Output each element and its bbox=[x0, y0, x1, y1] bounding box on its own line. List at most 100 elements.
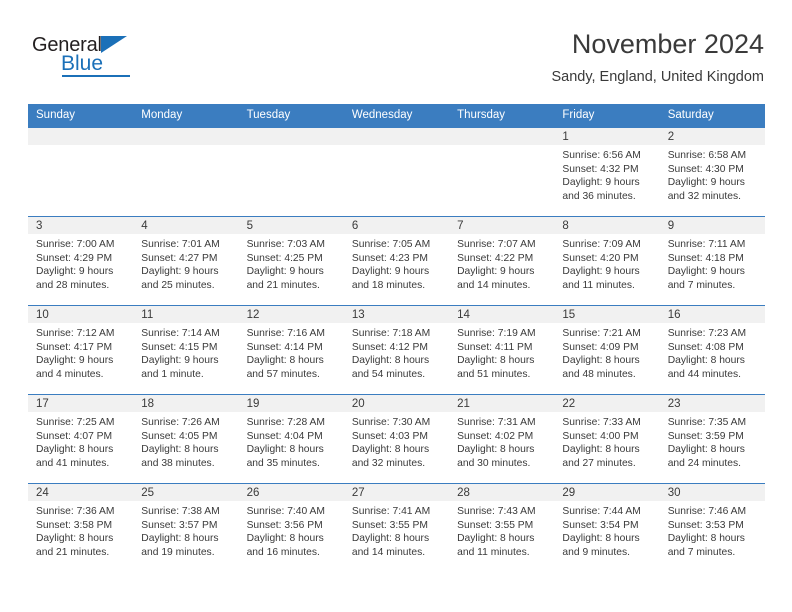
calendar-day-cell[interactable]: 2 Sunrise: 6:58 AM Sunset: 4:30 PM Daylight… bbox=[659, 127, 765, 217]
calendar-day-cell[interactable]: 12 Sunrise: 7:16 AM Sunset: 4:14 PM Dayligh… bbox=[238, 305, 344, 395]
day-details: Sunrise: 7:07 AM Sunset: 4:22 PM Daylight:… bbox=[449, 234, 554, 292]
weekday-header-thursday: Thursday bbox=[449, 104, 555, 128]
day-cell-inner: 4 Sunrise: 7:01 AM Sunset: 4:27 PM Daylight… bbox=[133, 217, 239, 305]
day-cell-inner: 12 Sunrise: 7:16 AM Sunset: 4:14 PM Dayligh… bbox=[238, 306, 344, 394]
day-number bbox=[238, 128, 344, 145]
sunset-time: Sunset: 4:32 PM bbox=[562, 163, 639, 175]
day-cell-inner: 14 Sunrise: 7:19 AM Sunset: 4:11 PM Dayligh… bbox=[449, 306, 555, 394]
calendar-day-cell[interactable]: 4 Sunrise: 7:01 AM Sunset: 4:27 PM Daylight… bbox=[133, 216, 239, 306]
daylight-duration-line2: and 21 minutes. bbox=[246, 279, 320, 291]
calendar-day-cell[interactable]: 11 Sunrise: 7:14 AM Sunset: 4:15 PM Dayligh… bbox=[133, 305, 239, 395]
day-number: 26 bbox=[238, 484, 344, 501]
day-number: 18 bbox=[133, 395, 239, 412]
day-cell-inner: 21 Sunrise: 7:31 AM Sunset: 4:02 PM Dayligh… bbox=[449, 395, 555, 483]
day-cell-inner bbox=[343, 128, 450, 216]
sunrise-time: Sunrise: 7:18 AM bbox=[351, 328, 431, 339]
day-details: Sunrise: 7:03 AM Sunset: 4:25 PM Daylight:… bbox=[239, 234, 344, 292]
daylight-duration-line1: Daylight: 9 hours bbox=[457, 266, 535, 278]
calendar-day-cell[interactable]: 21 Sunrise: 7:31 AM Sunset: 4:02 PM Dayligh… bbox=[449, 394, 555, 484]
daylight-duration-line1: Daylight: 9 hours bbox=[36, 266, 114, 278]
daylight-duration-line1: Daylight: 8 hours bbox=[246, 444, 324, 456]
daylight-duration-line2: and 38 minutes. bbox=[141, 457, 215, 469]
day-number: 17 bbox=[28, 395, 134, 412]
daylight-duration-line1: Daylight: 9 hours bbox=[246, 266, 324, 278]
weekday-header-sunday: Sunday bbox=[28, 104, 134, 128]
day-details: Sunrise: 7:01 AM Sunset: 4:27 PM Daylight:… bbox=[133, 234, 238, 292]
day-cell-inner bbox=[133, 128, 239, 216]
day-cell-inner: 29 Sunrise: 7:44 AM Sunset: 3:54 PM Dayligh… bbox=[554, 484, 660, 572]
sunset-time: Sunset: 4:23 PM bbox=[351, 252, 428, 264]
calendar-day-cell[interactable]: 25 Sunrise: 7:38 AM Sunset: 3:57 PM Dayligh… bbox=[133, 483, 239, 572]
day-cell-inner: 27 Sunrise: 7:41 AM Sunset: 3:55 PM Dayligh… bbox=[343, 484, 450, 572]
daylight-duration-line2: and 30 minutes. bbox=[457, 457, 531, 469]
day-number: 11 bbox=[133, 306, 239, 323]
calendar-day-cell[interactable]: 20 Sunrise: 7:30 AM Sunset: 4:03 PM Dayligh… bbox=[343, 394, 450, 484]
calendar-day-cell[interactable]: 26 Sunrise: 7:40 AM Sunset: 3:56 PM Dayligh… bbox=[238, 483, 344, 572]
day-cell-inner: 9 Sunrise: 7:11 AM Sunset: 4:18 PM Daylight… bbox=[659, 217, 765, 305]
page-header: General Blue November 2024 Sandy, Englan… bbox=[28, 28, 764, 100]
daylight-duration-line1: Daylight: 8 hours bbox=[351, 533, 430, 545]
daylight-duration-line1: Daylight: 8 hours bbox=[246, 355, 324, 367]
daylight-duration-line2: and 14 minutes. bbox=[457, 279, 531, 291]
calendar-day-cell[interactable]: 19 Sunrise: 7:28 AM Sunset: 4:04 PM Dayligh… bbox=[238, 394, 344, 484]
calendar-day-cell[interactable]: 5 Sunrise: 7:03 AM Sunset: 4:25 PM Daylight… bbox=[238, 216, 344, 306]
daylight-duration-line2: and 9 minutes. bbox=[562, 546, 630, 558]
calendar-day-cell[interactable]: 24 Sunrise: 7:36 AM Sunset: 3:58 PM Dayligh… bbox=[28, 483, 134, 572]
sunrise-time: Sunrise: 7:31 AM bbox=[457, 417, 536, 428]
calendar-day-cell[interactable]: 10 Sunrise: 7:12 AM Sunset: 4:17 PM Dayligh… bbox=[28, 305, 134, 395]
day-details: Sunrise: 7:12 AM Sunset: 4:17 PM Daylight:… bbox=[28, 323, 133, 381]
daylight-duration-line2: and 57 minutes. bbox=[246, 368, 320, 380]
generalblue-logo[interactable]: General Blue bbox=[32, 34, 172, 82]
day-details: Sunrise: 7:14 AM Sunset: 4:15 PM Daylight:… bbox=[133, 323, 238, 381]
day-cell-inner: 19 Sunrise: 7:28 AM Sunset: 4:04 PM Dayligh… bbox=[238, 395, 344, 483]
daylight-duration-line1: Daylight: 9 hours bbox=[562, 177, 640, 189]
sunset-time: Sunset: 4:05 PM bbox=[141, 430, 218, 442]
day-number: 15 bbox=[554, 306, 660, 323]
calendar-day-cell[interactable]: 29 Sunrise: 7:44 AM Sunset: 3:54 PM Dayligh… bbox=[554, 483, 660, 572]
daylight-duration-line2: and 44 minutes. bbox=[667, 368, 741, 380]
sunrise-time: Sunrise: 7:16 AM bbox=[246, 328, 325, 339]
daylight-duration-line2: and 32 minutes. bbox=[351, 457, 426, 469]
calendar-day-cell[interactable]: 8 Sunrise: 7:09 AM Sunset: 4:20 PM Daylight… bbox=[554, 216, 660, 306]
day-details: Sunrise: 7:38 AM Sunset: 3:57 PM Daylight:… bbox=[133, 501, 238, 559]
day-number: 6 bbox=[343, 217, 450, 234]
day-details: Sunrise: 7:41 AM Sunset: 3:55 PM Daylight:… bbox=[344, 501, 449, 559]
calendar-day-cell[interactable]: 13 Sunrise: 7:18 AM Sunset: 4:12 PM Dayligh… bbox=[343, 305, 450, 395]
day-details: Sunrise: 7:44 AM Sunset: 3:54 PM Daylight:… bbox=[554, 501, 659, 559]
daylight-duration-line2: and 48 minutes. bbox=[562, 368, 636, 380]
calendar-day-cell[interactable]: 23 Sunrise: 7:35 AM Sunset: 3:59 PM Dayligh… bbox=[659, 394, 765, 484]
calendar-day-cell[interactable]: 7 Sunrise: 7:07 AM Sunset: 4:22 PM Daylight… bbox=[449, 216, 555, 306]
sunrise-time: Sunrise: 7:07 AM bbox=[457, 239, 536, 250]
calendar-day-cell[interactable]: 17 Sunrise: 7:25 AM Sunset: 4:07 PM Dayligh… bbox=[28, 394, 134, 484]
sunrise-time: Sunrise: 7:12 AM bbox=[36, 328, 115, 339]
calendar-day-cell[interactable]: 30 Sunrise: 7:46 AM Sunset: 3:53 PM Dayligh… bbox=[659, 483, 765, 572]
calendar-day-cell[interactable]: 6 Sunrise: 7:05 AM Sunset: 4:23 PM Daylight… bbox=[343, 216, 450, 306]
calendar-day-cell[interactable]: 28 Sunrise: 7:43 AM Sunset: 3:55 PM Dayligh… bbox=[449, 483, 555, 572]
blue-triangle-icon bbox=[101, 36, 127, 53]
calendar-day-cell[interactable]: 9 Sunrise: 7:11 AM Sunset: 4:18 PM Daylight… bbox=[659, 216, 765, 306]
day-cell-inner: 25 Sunrise: 7:38 AM Sunset: 3:57 PM Dayligh… bbox=[133, 484, 239, 572]
calendar-day-cell[interactable]: 27 Sunrise: 7:41 AM Sunset: 3:55 PM Dayligh… bbox=[343, 483, 450, 572]
day-details: Sunrise: 7:09 AM Sunset: 4:20 PM Daylight:… bbox=[554, 234, 659, 292]
day-cell-inner: 2 Sunrise: 6:58 AM Sunset: 4:30 PM Daylight… bbox=[659, 128, 765, 216]
sunrise-sunset-calendar: Sunday Monday Tuesday Wednesday Thursday… bbox=[28, 104, 765, 572]
weekday-header-tuesday: Tuesday bbox=[238, 104, 344, 128]
sunrise-time: Sunrise: 7:05 AM bbox=[351, 239, 431, 250]
calendar-day-cell[interactable]: 3 Sunrise: 7:00 AM Sunset: 4:29 PM Daylight… bbox=[28, 216, 134, 306]
daylight-duration-line2: and 35 minutes. bbox=[246, 457, 320, 469]
daylight-duration-line1: Daylight: 8 hours bbox=[141, 533, 219, 545]
calendar-day-cell[interactable]: 16 Sunrise: 7:23 AM Sunset: 4:08 PM Dayligh… bbox=[659, 305, 765, 395]
calendar-day-cell[interactable]: 22 Sunrise: 7:33 AM Sunset: 4:00 PM Dayligh… bbox=[554, 394, 660, 484]
daylight-duration-line1: Daylight: 8 hours bbox=[36, 533, 114, 545]
calendar-day-cell[interactable]: 14 Sunrise: 7:19 AM Sunset: 4:11 PM Dayligh… bbox=[449, 305, 555, 395]
daylight-duration-line2: and 11 minutes. bbox=[562, 279, 635, 291]
day-details: Sunrise: 7:23 AM Sunset: 4:08 PM Daylight:… bbox=[660, 323, 765, 381]
calendar-day-cell bbox=[28, 127, 134, 217]
daylight-duration-line2: and 41 minutes. bbox=[36, 457, 110, 469]
calendar-day-cell[interactable]: 18 Sunrise: 7:26 AM Sunset: 4:05 PM Dayligh… bbox=[133, 394, 239, 484]
sunrise-time: Sunrise: 7:25 AM bbox=[36, 417, 115, 428]
calendar-day-cell[interactable]: 15 Sunrise: 7:21 AM Sunset: 4:09 PM Dayligh… bbox=[554, 305, 660, 395]
calendar-week-row: 10 Sunrise: 7:12 AM Sunset: 4:17 PM Dayligh… bbox=[28, 305, 765, 395]
calendar-day-cell[interactable]: 1 Sunrise: 6:56 AM Sunset: 4:32 PM Daylight… bbox=[554, 127, 660, 217]
weekday-header-friday: Friday bbox=[554, 104, 660, 128]
